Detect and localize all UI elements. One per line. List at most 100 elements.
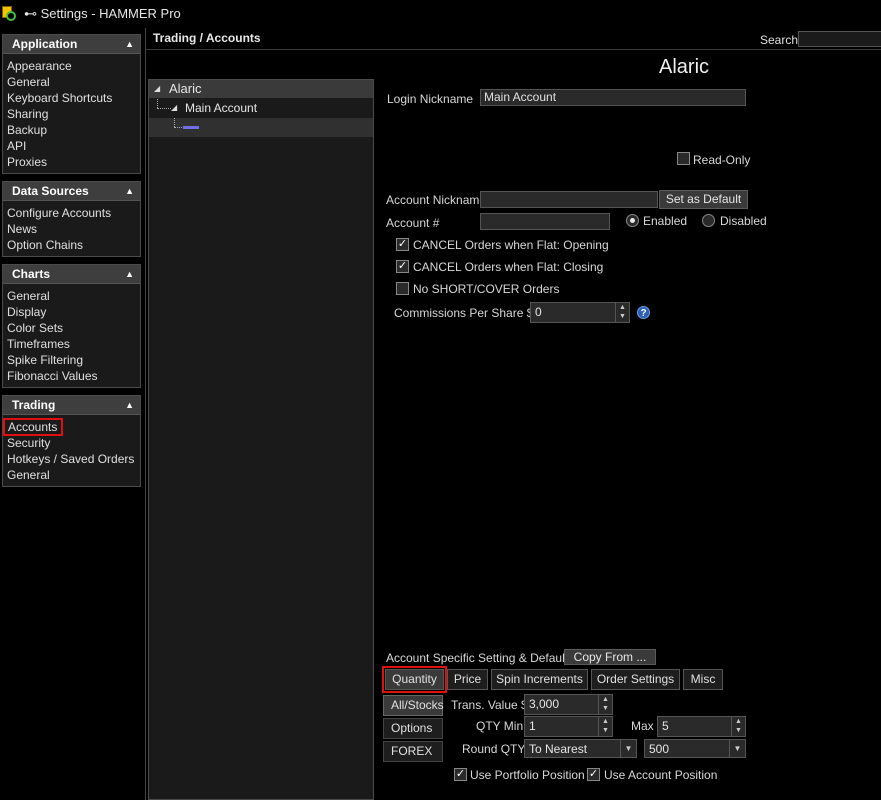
collapse-caret-icon[interactable]: ▲: [125, 186, 134, 196]
no-short-cover-label: No SHORT/COVER Orders: [413, 282, 560, 296]
defaults-section-title: Account Specific Setting & Defaults: [386, 651, 575, 665]
qty-min-spinner[interactable]: 1 ▲ ▼: [524, 716, 613, 737]
spinner-arrows-icon[interactable]: ▲ ▼: [598, 695, 612, 714]
sidebar-item-display[interactable]: Display: [3, 304, 140, 320]
cancel-closing-checkbox[interactable]: ✓: [396, 260, 409, 273]
help-icon[interactable]: ?: [637, 306, 650, 319]
commissions-spinner[interactable]: 0 ▲ ▼: [530, 302, 630, 323]
tree-connector: [174, 118, 175, 127]
cancel-opening-label: CANCEL Orders when Flat: Opening: [413, 238, 609, 252]
tree-connector: [174, 127, 182, 128]
enabled-label: Enabled: [643, 214, 688, 228]
account-nickname-label: Account Nickname: [386, 193, 487, 207]
subtab-options[interactable]: Options: [383, 718, 443, 739]
read-only-label: Read-Only: [693, 153, 751, 167]
spinner-arrows-icon[interactable]: ▲ ▼: [615, 303, 629, 322]
tab-misc[interactable]: Misc: [683, 669, 723, 690]
round-qty-select[interactable]: To Nearest ▼: [524, 739, 637, 758]
tree-node-label: Main Account: [185, 101, 258, 115]
sidebar-item-api[interactable]: API: [3, 138, 140, 154]
trans-value-spinner[interactable]: 3,000 ▲ ▼: [524, 694, 613, 715]
collapse-caret-icon[interactable]: ▲: [125, 400, 134, 410]
sidebar-item-security[interactable]: Security: [3, 435, 140, 451]
section-header-application[interactable]: Application ▲: [3, 35, 140, 54]
sidebar-item-trading-general[interactable]: General: [3, 467, 140, 483]
hammer-app-icon: [2, 6, 18, 22]
collapse-caret-icon[interactable]: ▲: [125, 39, 134, 49]
sidebar-section-charts: Charts ▲ General Display Color Sets Time…: [2, 264, 141, 388]
cancel-closing-label: CANCEL Orders when Flat: Closing: [413, 260, 604, 274]
sidebar-item-backup[interactable]: Backup: [3, 122, 140, 138]
sidebar-item-general[interactable]: General: [3, 74, 140, 90]
search-input[interactable]: [798, 31, 881, 47]
sidebar-item-spike-filtering[interactable]: Spike Filtering: [3, 352, 140, 368]
login-nickname-field[interactable]: Main Account: [480, 89, 746, 106]
max-label: Max: [631, 719, 654, 733]
trans-value-label: Trans. Value $: [451, 698, 528, 712]
sidebar-item-accounts[interactable]: Accounts: [3, 418, 63, 436]
tab-quantity[interactable]: Quantity: [382, 666, 447, 693]
use-account-position-label: Use Account Position: [604, 768, 718, 782]
spinner-arrows-icon[interactable]: ▲ ▼: [731, 717, 745, 736]
subtab-forex[interactable]: FOREX: [383, 741, 443, 762]
tab-order-settings[interactable]: Order Settings: [591, 669, 680, 690]
sidebar-item-news[interactable]: News: [3, 221, 140, 237]
collapse-caret-icon[interactable]: ▲: [125, 269, 134, 279]
sidebar-section-application: Application ▲ Appearance General Keyboar…: [2, 34, 141, 174]
account-number-field[interactable]: [480, 213, 610, 230]
set-as-default-button[interactable]: Set as Default: [659, 190, 748, 209]
settings-sidebar: Application ▲ Appearance General Keyboar…: [0, 34, 143, 494]
sidebar-section-data-sources: Data Sources ▲ Configure Accounts News O…: [2, 181, 141, 257]
subtab-all-stocks[interactable]: All/Stocks: [383, 695, 444, 716]
tree-node-sub-account[interactable]: [149, 118, 373, 137]
copy-from-button[interactable]: Copy From ...: [564, 649, 656, 665]
header-divider: [146, 49, 881, 50]
search-label: Search: [760, 33, 799, 47]
account-nickname-field[interactable]: [480, 191, 658, 208]
sidebar-item-fibonacci-values[interactable]: Fibonacci Values: [3, 368, 140, 384]
sidebar-item-option-chains[interactable]: Option Chains: [3, 237, 140, 253]
account-color-marker: [183, 126, 199, 129]
account-number-label: Account #: [386, 216, 440, 230]
tree-node-main-account[interactable]: ◢ Main Account: [149, 99, 373, 117]
qty-min-label: QTY Min: [476, 719, 524, 733]
sidebar-item-sharing[interactable]: Sharing: [3, 106, 140, 122]
account-tree: ◢ Alaric ◢ Main Account: [148, 79, 374, 800]
max-spinner[interactable]: 5 ▲ ▼: [657, 716, 746, 737]
section-header-trading[interactable]: Trading ▲: [3, 396, 140, 415]
read-only-checkbox[interactable]: [677, 152, 690, 165]
tab-price[interactable]: Price: [447, 669, 488, 690]
tree-expand-icon[interactable]: ◢: [154, 80, 160, 98]
sidebar-item-configure-accounts[interactable]: Configure Accounts: [3, 205, 140, 221]
use-account-position-checkbox[interactable]: ✓: [587, 768, 600, 781]
use-portfolio-position-checkbox[interactable]: ✓: [454, 768, 467, 781]
no-short-cover-checkbox[interactable]: [396, 282, 409, 295]
title-bar: ⊷ Settings - HAMMER Pro: [0, 0, 881, 28]
chevron-down-icon[interactable]: ▼: [729, 740, 745, 757]
cancel-opening-checkbox[interactable]: ✓: [396, 238, 409, 251]
section-header-charts[interactable]: Charts ▲: [3, 265, 140, 284]
tree-node-alaric[interactable]: ◢ Alaric: [149, 80, 373, 98]
window-title: ⊷ Settings - HAMMER Pro: [24, 6, 181, 21]
tree-expand-icon[interactable]: ◢: [171, 99, 177, 117]
sidebar-item-hotkeys-saved-orders[interactable]: Hotkeys / Saved Orders: [3, 451, 140, 467]
sidebar-item-color-sets[interactable]: Color Sets: [3, 320, 140, 336]
section-header-data-sources[interactable]: Data Sources ▲: [3, 182, 140, 201]
tree-node-label: Alaric: [169, 81, 202, 96]
use-portfolio-position-label: Use Portfolio Position: [470, 768, 585, 782]
sidebar-item-timeframes[interactable]: Timeframes: [3, 336, 140, 352]
sidebar-section-trading: Trading ▲ Accounts Security Hotkeys / Sa…: [2, 395, 141, 487]
spinner-arrows-icon[interactable]: ▲ ▼: [598, 717, 612, 736]
sidebar-item-proxies[interactable]: Proxies: [3, 154, 140, 170]
main-panel: Trading / Accounts Search ◢ Alaric ◢ Mai…: [145, 28, 881, 800]
disabled-radio[interactable]: [702, 214, 715, 227]
round-qty-label: Round QTY: [462, 742, 526, 756]
tab-spin-increments[interactable]: Spin Increments: [491, 669, 588, 690]
round-amount-select[interactable]: 500 ▼: [644, 739, 746, 758]
chevron-down-icon[interactable]: ▼: [620, 740, 636, 757]
sidebar-item-charts-general[interactable]: General: [3, 288, 140, 304]
enabled-radio[interactable]: [626, 214, 639, 227]
sidebar-item-appearance[interactable]: Appearance: [3, 58, 140, 74]
disabled-label: Disabled: [720, 214, 767, 228]
sidebar-item-keyboard-shortcuts[interactable]: Keyboard Shortcuts: [3, 90, 140, 106]
